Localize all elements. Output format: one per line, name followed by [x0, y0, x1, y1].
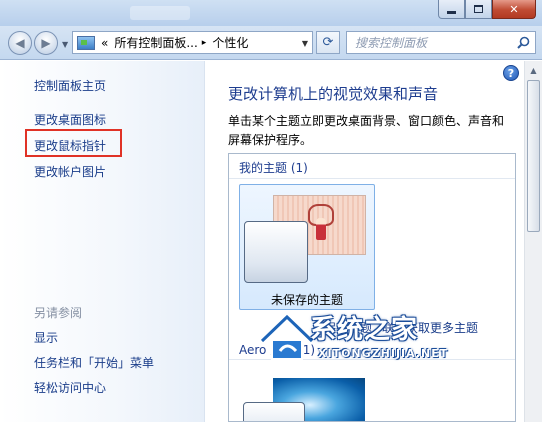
watermark-house-icon	[259, 312, 315, 360]
aero-window-preview	[243, 402, 305, 421]
close-icon: ✕	[509, 2, 519, 16]
refresh-button[interactable]: ⟳	[316, 31, 340, 54]
control-panel-icon	[77, 35, 95, 50]
ease-of-access-center-link[interactable]: 轻松访问中心	[34, 379, 106, 396]
help-button[interactable]: ?	[503, 65, 519, 81]
address-bar[interactable]: « 所有控制面板... ▸ 个性化 ▼	[72, 31, 313, 54]
navigation-pane: 控制面板主页 更改桌面图标 更改鼠标指针 更改帐户图片 另请参阅 显示 任务栏和…	[0, 61, 205, 422]
forward-icon: ▶	[41, 36, 51, 50]
watermark-url: XITONGZHIJIA.NET	[318, 347, 449, 360]
see-also-heading: 另请参阅	[34, 306, 83, 320]
scroll-up-icon[interactable]: ▲	[526, 62, 541, 78]
watermark-logo: 系统之家 XITONGZHIJIA.NET	[258, 303, 478, 367]
search-input[interactable]	[355, 35, 513, 50]
navigation-bar: ◀ ▶ ▼ « 所有控制面板... ▸ 个性化 ▼ ⟳	[0, 26, 542, 60]
control-panel-home-link[interactable]: 控制面板主页	[34, 77, 106, 94]
search-box[interactable]	[346, 31, 536, 54]
back-icon: ◀	[15, 36, 25, 50]
recent-pages-dropdown[interactable]: ▼	[62, 40, 68, 49]
breadcrumb-all-control-panel[interactable]: 所有控制面板...	[114, 34, 197, 51]
theme-list: 我的主题 (1) 未保存的主题 保存主题联机获取更多主题 Aero 主题 (1)	[228, 153, 516, 422]
page-title: 更改计算机上的视觉效果和声音	[228, 85, 439, 103]
breadcrumb-personalization[interactable]: 个性化	[212, 34, 248, 51]
address-overflow[interactable]: «	[101, 36, 108, 50]
change-account-picture-link[interactable]: 更改帐户图片	[34, 163, 106, 180]
refresh-icon: ⟳	[322, 35, 334, 50]
my-themes-heading: 我的主题 (1)	[239, 161, 308, 175]
maximize-icon	[474, 5, 483, 13]
group-divider	[229, 178, 515, 179]
display-link[interactable]: 显示	[34, 329, 58, 346]
scrollbar-thumb[interactable]	[527, 80, 540, 232]
page-description: 单击某个主题立即更改桌面背景、窗口颜色、声音和屏幕保护程序。	[228, 114, 505, 147]
minimize-icon	[447, 10, 456, 14]
back-button[interactable]: ◀	[8, 31, 32, 55]
window-controls: ✕	[438, 0, 536, 20]
change-desktop-icons-link[interactable]: 更改桌面图标	[34, 111, 106, 128]
highlight-box	[25, 129, 122, 157]
unsaved-theme-card[interactable]: 未保存的主题	[239, 184, 375, 310]
address-dropdown-icon[interactable]: ▼	[302, 39, 308, 48]
forward-button[interactable]: ▶	[34, 31, 58, 55]
breadcrumb-separator[interactable]: ▸	[202, 38, 207, 48]
window-color-preview	[244, 221, 308, 283]
vertical-scrollbar[interactable]: ▲	[524, 61, 542, 422]
watermark-text: 系统之家	[310, 315, 419, 345]
search-icon[interactable]	[517, 36, 530, 49]
minimize-button[interactable]	[438, 0, 465, 19]
close-button[interactable]: ✕	[492, 0, 536, 19]
maximize-button[interactable]	[465, 0, 492, 19]
taskbar-start-menu-link[interactable]: 任务栏和「开始」菜单	[34, 354, 154, 371]
title-bar: ✕	[0, 0, 542, 26]
title-glass	[130, 6, 190, 20]
wallpaper-figure-icon	[316, 218, 326, 240]
help-icon: ?	[507, 66, 515, 80]
